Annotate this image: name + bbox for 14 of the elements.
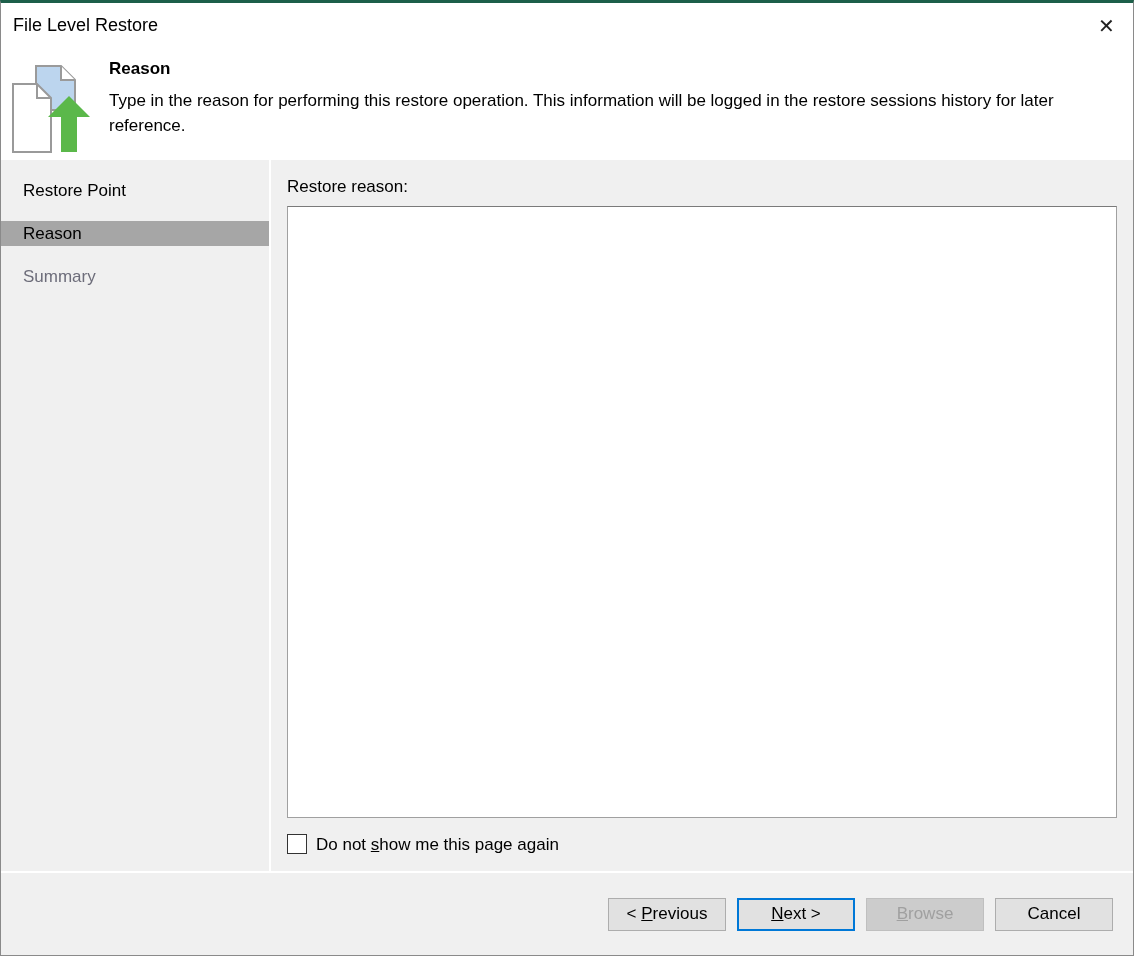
window-title: File Level Restore (13, 14, 159, 37)
checkbox-label: Do not show me this page again (316, 833, 559, 856)
field-label: Restore reason: (287, 176, 409, 198)
page-description: Type in the reason for performing this restore operation. This information will be logged in the restore sessions history for later reference. (109, 89, 1055, 137)
reason-input-field[interactable] (287, 205, 1117, 818)
file-restore-icon (11, 64, 91, 154)
close-button[interactable]: ✕ (1092, 10, 1121, 41)
wizard-step[interactable]: Reason (1, 221, 269, 246)
wizard-step[interactable]: Restore Point (1, 178, 269, 203)
checkbox[interactable] (287, 834, 307, 855)
wizard-button[interactable]: Next > (737, 897, 855, 931)
wizard-button[interactable]: < Previous (608, 897, 726, 931)
page-title: Reason (109, 58, 172, 80)
wizard-button[interactable]: Cancel (995, 897, 1113, 931)
